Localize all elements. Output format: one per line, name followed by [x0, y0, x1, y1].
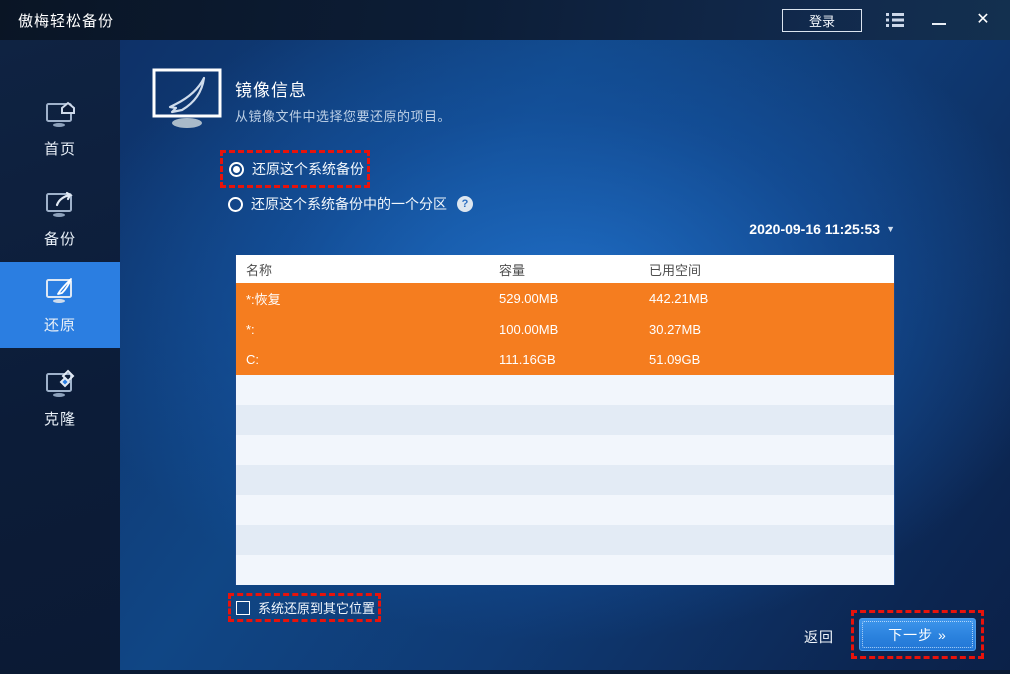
table-empty-row — [236, 405, 894, 435]
restore-monitor-icon — [41, 275, 79, 307]
sidebar-item-label: 首页 — [44, 138, 76, 159]
cell-used: 442.21MB — [649, 291, 894, 306]
restore-system-backup-option[interactable]: 还原这个系统备份 — [220, 150, 370, 188]
backup-time-dropdown[interactable]: 2020-09-16 11:25:53 ▼ — [749, 221, 895, 237]
cell-name: *: — [236, 322, 499, 337]
cell-used: 51.09GB — [649, 352, 894, 367]
main-panel: 镜像信息 从镜像文件中选择您要还原的项目。 还原这个系统备份 还原这个系统备份中… — [120, 40, 1010, 674]
sidebar-item-clone[interactable]: 克隆 — [0, 356, 120, 442]
app-window: 傲梅轻松备份 登录 ✕ — [0, 0, 1010, 674]
titlebar: 傲梅轻松备份 登录 ✕ — [0, 0, 1010, 40]
back-button[interactable]: 返回 — [804, 627, 834, 647]
sidebar-item-restore[interactable]: 还原 — [0, 262, 120, 348]
sidebar: 首页 备份 还原 — [0, 40, 120, 674]
app-title: 傲梅轻松备份 — [18, 10, 114, 31]
restore-image-icon — [152, 68, 224, 135]
table-row[interactable]: C:111.16GB51.09GB — [236, 344, 894, 375]
table-empty-row — [236, 465, 894, 495]
cell-capacity: 111.16GB — [499, 352, 649, 367]
chevron-down-icon: ▼ — [886, 224, 895, 234]
sidebar-item-label: 克隆 — [44, 408, 76, 429]
page-title: 镜像信息 — [235, 76, 307, 101]
radio-selected-icon[interactable] — [229, 162, 244, 177]
cell-capacity: 100.00MB — [499, 322, 649, 337]
radio-unselected-icon[interactable] — [228, 197, 243, 212]
sidebar-item-backup[interactable]: 备份 — [0, 176, 120, 262]
backup-time-value: 2020-09-16 11:25:53 — [749, 221, 880, 237]
next-button[interactable]: 下一步 » — [859, 618, 976, 651]
backup-monitor-icon — [41, 189, 79, 221]
column-header-used: 已用空间 — [649, 260, 894, 279]
table-empty-row — [236, 495, 894, 525]
cell-capacity: 529.00MB — [499, 291, 649, 306]
cell-name: *:恢复 — [236, 289, 499, 308]
checkbox-label: 系统还原到其它位置 — [258, 598, 375, 617]
page-subtitle: 从镜像文件中选择您要还原的项目。 — [235, 106, 451, 125]
table-empty-row — [236, 525, 894, 555]
table-row[interactable]: *:100.00MB30.27MB — [236, 314, 894, 345]
menu-icon[interactable] — [884, 9, 906, 31]
column-header-name: 名称 — [236, 260, 499, 279]
cell-name: C: — [236, 352, 499, 367]
titlebar-controls: 登录 ✕ — [782, 0, 1010, 40]
column-header-capacity: 容量 — [499, 260, 649, 279]
table-empty-row — [236, 555, 894, 585]
radio-label[interactable]: 还原这个系统备份中的一个分区 — [251, 194, 447, 214]
checkbox-icon[interactable] — [236, 601, 250, 615]
sidebar-item-home[interactable]: 首页 — [0, 86, 120, 172]
radio-label[interactable]: 还原这个系统备份 — [252, 159, 364, 179]
partition-table: 名称 容量 已用空间 *:恢复529.00MB442.21MB*:100.00M… — [235, 255, 895, 585]
clone-monitor-icon — [41, 369, 79, 401]
table-empty-row — [236, 435, 894, 465]
window-bottom-edge — [0, 670, 1010, 674]
help-icon[interactable]: ? — [457, 196, 473, 212]
table-header-row: 名称 容量 已用空间 — [236, 255, 894, 283]
next-button-highlight: 下一步 » — [851, 610, 984, 659]
table-empty-row — [236, 375, 894, 405]
restore-partition-option[interactable]: 还原这个系统备份中的一个分区 ? — [228, 194, 473, 214]
sidebar-item-label: 备份 — [44, 228, 76, 249]
table-row[interactable]: *:恢复529.00MB442.21MB — [236, 283, 894, 314]
table-body: *:恢复529.00MB442.21MB*:100.00MB30.27MBC:1… — [236, 283, 894, 585]
close-icon[interactable]: ✕ — [972, 9, 994, 31]
sidebar-item-label: 还原 — [44, 314, 76, 335]
restore-to-other-location-checkbox[interactable]: 系统还原到其它位置 — [228, 593, 381, 622]
home-monitor-icon — [41, 99, 79, 131]
cell-used: 30.27MB — [649, 322, 894, 337]
minimize-icon[interactable] — [928, 9, 950, 31]
login-button[interactable]: 登录 — [782, 9, 862, 32]
